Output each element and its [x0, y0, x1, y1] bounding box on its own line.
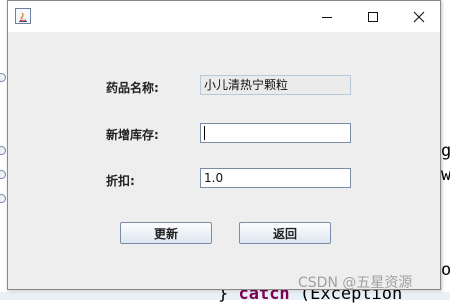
- bg-code-line-2: w: [441, 165, 450, 185]
- text-caret: [204, 126, 205, 140]
- drug-name-label: 药品名称:: [106, 81, 159, 95]
- bg-gutter-mark-1: [0, 73, 6, 82]
- title-bar[interactable]: [8, 1, 440, 32]
- minimize-icon: [322, 16, 332, 18]
- new-stock-label: 新增库存:: [106, 128, 159, 142]
- discount-label: 折扣:: [106, 174, 135, 188]
- back-button[interactable]: 返回: [239, 222, 331, 244]
- dialog-content: 药品名称: 小儿清热宁颗粒 新增库存: 折扣: 1.0 更新 返回: [8, 32, 440, 289]
- bg-gutter-mark-2: [0, 146, 6, 155]
- maximize-icon: [368, 11, 378, 22]
- new-stock-input[interactable]: [200, 123, 351, 143]
- update-button[interactable]: 更新: [120, 222, 212, 244]
- update-stock-dialog: 药品名称: 小儿清热宁颗粒 新增库存: 折扣: 1.0 更新 返回: [7, 0, 441, 290]
- bg-code-line-3: o: [441, 260, 450, 280]
- csdn-watermark: CSDN @五星资源: [298, 275, 413, 291]
- maximize-button[interactable]: [350, 1, 396, 32]
- close-button[interactable]: [396, 1, 442, 32]
- close-icon: [413, 11, 425, 22]
- discount-input[interactable]: 1.0: [200, 168, 351, 188]
- bg-code-line-1: g: [441, 141, 450, 161]
- bg-gutter-mark-3: [0, 170, 6, 179]
- bg-gutter-mark-4: [0, 194, 6, 203]
- drug-name-field[interactable]: 小儿清热宁颗粒: [200, 75, 351, 95]
- java-app-icon[interactable]: [15, 8, 31, 24]
- minimize-button[interactable]: [304, 1, 350, 32]
